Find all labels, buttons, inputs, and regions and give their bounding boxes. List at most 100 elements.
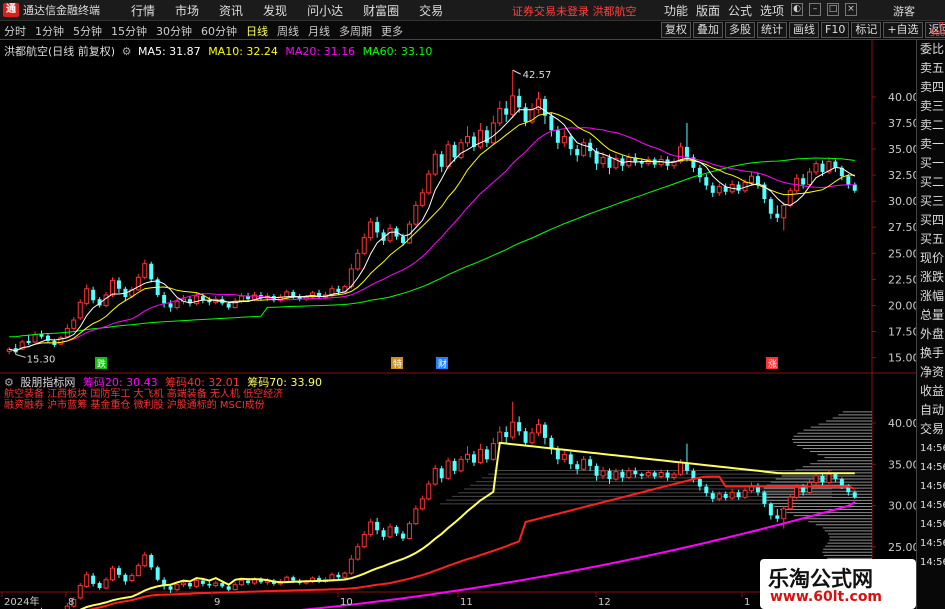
minimize-icon[interactable]: –: [809, 3, 821, 16]
candle-body: [226, 303, 231, 308]
tab-more[interactable]: 更多: [381, 23, 403, 39]
ind-candle-body: [168, 586, 173, 590]
ind-candle-body: [833, 474, 838, 480]
ind-candle-body: [787, 496, 793, 510]
guest-user[interactable]: 游客: [893, 3, 915, 19]
add-watchlist-button[interactable]: +自选: [883, 22, 923, 38]
draw-line-button[interactable]: 画线: [789, 22, 819, 38]
concept-line-2[interactable]: 融资融券 沪市蓝筹 基金重仓 微利股 沪股通标的 MSCI成份: [4, 400, 304, 411]
menu-formula[interactable]: 公式: [728, 2, 752, 19]
mark-button[interactable]: 标记: [851, 22, 882, 38]
tab-60min[interactable]: 60分钟: [201, 23, 237, 39]
menu-wealth[interactable]: 财富圈: [363, 2, 399, 19]
side-item[interactable]: 14:56: [917, 477, 945, 496]
ind-candle-body: [535, 424, 542, 434]
y-tick-label: 37.50: [888, 117, 916, 130]
x-tick-label: 2024年: [4, 595, 39, 608]
event-marker-label: 涨: [768, 359, 777, 370]
side-item[interactable]: 换手: [917, 344, 945, 363]
tab-daily[interactable]: 日线: [246, 23, 268, 39]
ind-candle-body: [84, 574, 90, 587]
side-item[interactable]: 14:56: [917, 439, 945, 458]
tab-30min[interactable]: 30分钟: [156, 23, 192, 39]
side-item[interactable]: 卖二: [917, 116, 945, 135]
ind-candle-body: [375, 522, 380, 531]
side-item[interactable]: 14:56: [917, 534, 945, 553]
close-icon[interactable]: ×: [845, 3, 857, 16]
ind-candle-body: [775, 515, 780, 519]
side-item[interactable]: 14:56: [917, 553, 945, 572]
side-item[interactable]: 卖五: [917, 59, 945, 78]
tab-1min[interactable]: 1分钟: [35, 23, 64, 39]
side-item[interactable]: 买五: [917, 230, 945, 249]
side-item[interactable]: 买二: [917, 173, 945, 192]
menu-function[interactable]: 功能: [664, 2, 688, 19]
side-item[interactable]: 净资: [917, 363, 945, 382]
x-tick-label: 12: [598, 597, 611, 608]
watermark-url: www.60lt.com: [770, 589, 883, 605]
tab-5min[interactable]: 5分钟: [73, 23, 102, 39]
period-toolbar: 分时 1分钟 5分钟 15分钟 30分钟 60分钟 日线 周线 月线 多周期 更…: [0, 21, 945, 40]
ind-candle-body: [581, 458, 587, 470]
y-tick-label: 20.00: [888, 299, 916, 312]
menu-news[interactable]: 资讯: [219, 2, 243, 19]
candle-body: [355, 252, 361, 270]
login-notice[interactable]: 证券交易未登录 洪都航空: [512, 3, 637, 19]
side-item[interactable]: 14:56: [917, 515, 945, 534]
menu-discover[interactable]: 发现: [263, 2, 287, 19]
ind-candle-body: [200, 580, 205, 584]
stock-title[interactable]: 洪都航空(日线 前复权): [4, 45, 115, 58]
tab-weekly[interactable]: 周线: [277, 23, 299, 39]
ind-candle-body: [368, 521, 374, 535]
adjust-button[interactable]: 复权: [661, 22, 691, 38]
overlay-button[interactable]: 叠加: [693, 22, 723, 38]
candle-body: [787, 190, 793, 206]
watermark-banner: 乐淘公式网 www.60lt.com: [760, 559, 916, 609]
statistics-button[interactable]: 统计: [757, 22, 787, 38]
ind-candle-body: [510, 421, 516, 438]
side-item[interactable]: 外盘: [917, 325, 945, 344]
concept-line-1[interactable]: 航空装备 江西板块 国防军工 大飞机 高端装备 无人机 低空经济: [4, 389, 304, 400]
menu-options[interactable]: 选项: [760, 2, 784, 19]
side-item[interactable]: 总量: [917, 306, 945, 325]
ind-candle-body: [426, 483, 432, 500]
indicator-gear-icon[interactable]: ⚙: [4, 376, 14, 389]
maximize-icon[interactable]: □: [827, 3, 839, 16]
menu-ask[interactable]: 问小达: [307, 2, 343, 19]
tab-15min[interactable]: 15分钟: [111, 23, 147, 39]
side-item[interactable]: 自动: [917, 401, 945, 420]
indicator-title[interactable]: 股朋指标网: [20, 376, 75, 389]
candle-body: [555, 130, 560, 143]
indicator-header: ⚙ 股朋指标网 筹码20: 30.43 筹码40: 32.01 筹码70: 33…: [4, 374, 322, 390]
candle-body: [846, 176, 851, 185]
candle-body: [387, 227, 393, 242]
kline-chart[interactable]: 15.00 17.50 20.00 22.50 25.00 27.50 30.00 32.50…: [0, 40, 916, 609]
skin-icon[interactable]: ◐: [791, 3, 803, 16]
menu-layout[interactable]: 版面: [696, 2, 720, 19]
menu-market[interactable]: 市场: [175, 2, 199, 19]
f10-button[interactable]: F10: [821, 22, 850, 38]
tab-intraday[interactable]: 分时: [4, 23, 26, 39]
side-item[interactable]: 买三: [917, 192, 945, 211]
side-item[interactable]: 卖三: [917, 97, 945, 116]
side-item[interactable]: 买一: [917, 154, 945, 173]
side-item[interactable]: 委比: [917, 40, 945, 59]
side-item[interactable]: 买四: [917, 211, 945, 230]
side-item[interactable]: 收益: [917, 382, 945, 401]
side-item[interactable]: 14:56: [917, 458, 945, 477]
side-item[interactable]: 涨跌: [917, 268, 945, 287]
side-item[interactable]: 14:56: [917, 496, 945, 515]
side-item[interactable]: 交易: [917, 420, 945, 439]
side-item[interactable]: 现价: [917, 249, 945, 268]
side-item[interactable]: 涨幅: [917, 287, 945, 306]
menu-quotes[interactable]: 行情: [131, 2, 155, 19]
side-item[interactable]: 卖一: [917, 135, 945, 154]
y-tick-label: 17.50: [888, 326, 916, 339]
settings-gear-icon[interactable]: ⚙: [122, 45, 132, 58]
tab-multi-period[interactable]: 多周期: [339, 23, 372, 39]
ind-candle-body: [801, 487, 806, 493]
side-item[interactable]: 卖四: [917, 78, 945, 97]
menu-trade[interactable]: 交易: [419, 2, 443, 19]
tab-monthly[interactable]: 月线: [308, 23, 330, 39]
multi-stock-button[interactable]: 多股: [725, 22, 755, 38]
